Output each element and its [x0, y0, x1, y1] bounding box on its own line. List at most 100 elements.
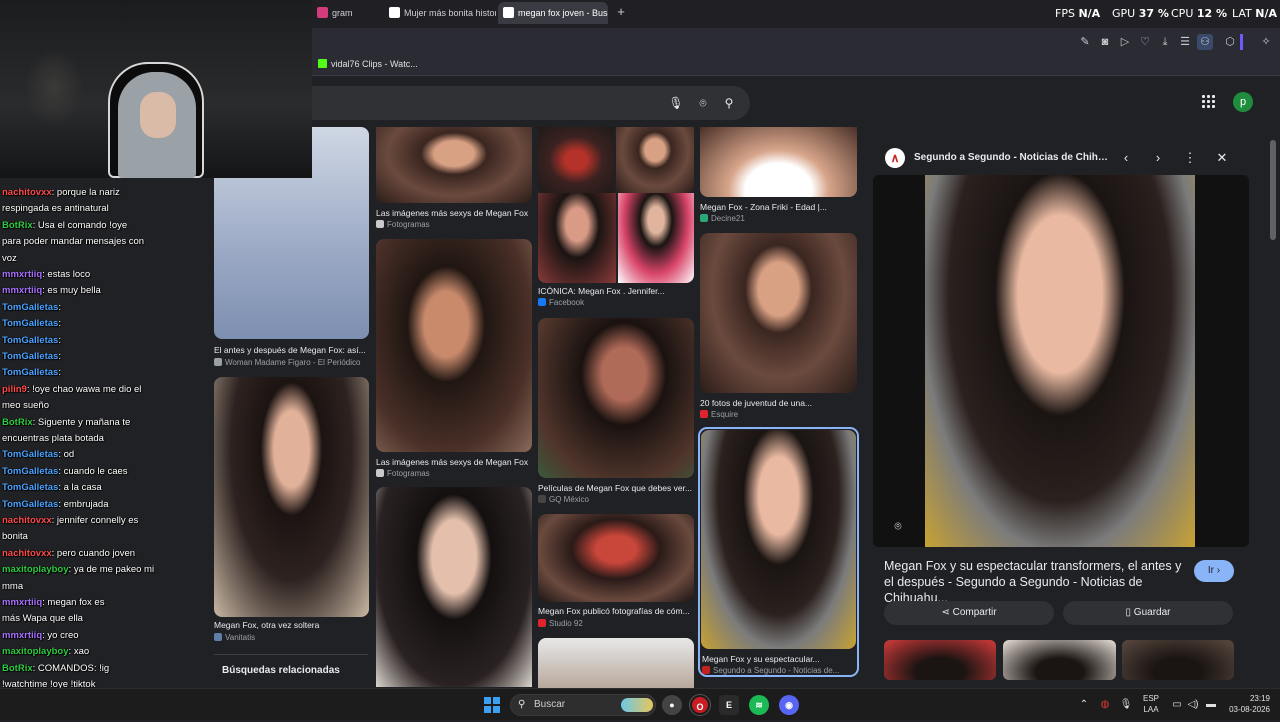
chat-username: TomGalletas: [2, 367, 59, 379]
chat-message: mmxrtiiq: estas loco: [2, 268, 90, 281]
account-icon[interactable]: ⚇: [1197, 34, 1213, 50]
result-thumbnail[interactable]: [376, 487, 532, 687]
bookmark-kick-clips[interactable]: vidal76 Clips - Watc...: [318, 59, 418, 69]
chat-username: TomGalletas: [2, 351, 59, 362]
result-thumbnail[interactable]: [376, 239, 532, 452]
related-image[interactable]: [884, 640, 996, 680]
lens-search-icon[interactable]: ⌾: [889, 517, 907, 535]
network-icon[interactable]: ▭: [1170, 698, 1184, 712]
system-clock[interactable]: 23:19 03-08-2026: [1222, 693, 1270, 715]
epic-games-icon[interactable]: E: [719, 695, 739, 715]
result-thumbnail[interactable]: [701, 430, 856, 649]
image-result[interactable]: Megan Fox - Zona Friki - Edad |... Decin…: [700, 127, 857, 225]
visit-button[interactable]: Ir ›: [1194, 560, 1234, 582]
result-thumbnail[interactable]: [618, 193, 694, 283]
result-caption[interactable]: Megan Fox y su espectacular...: [702, 654, 854, 664]
result-source: Esquire: [700, 410, 738, 419]
image-result[interactable]: Megan Fox publicó fotografías de cóm... …: [538, 514, 694, 632]
camera-icon[interactable]: ◙: [1097, 34, 1113, 50]
ai-icon[interactable]: ✧: [1256, 34, 1276, 50]
save-button[interactable]: ▯ Guardar: [1063, 601, 1233, 625]
cube-icon[interactable]: ⬡: [1222, 34, 1238, 50]
result-thumbnail[interactable]: [538, 318, 694, 478]
image-result[interactable]: Las imágenes más sexys de Megan Fox Foto…: [376, 239, 532, 479]
chat-message: TomGalletas: embrujada: [2, 498, 109, 511]
chat-message: mmxrtiiq: es muy bella: [2, 284, 101, 297]
related-image[interactable]: [1122, 640, 1234, 680]
previous-icon[interactable]: ‹: [1117, 149, 1135, 167]
chat-text: respingada es antinatural: [2, 203, 109, 215]
result-caption[interactable]: Megan Fox - Zona Friki - Edad |...: [700, 202, 857, 212]
result-source: Woman Madame Figaro - El Periódico: [214, 358, 360, 367]
volume-icon[interactable]: ◁): [1186, 698, 1200, 712]
discord-icon[interactable]: ◉: [779, 695, 799, 715]
image-result[interactable]: Megan Fox, otra vez soltera Vanitatis: [214, 377, 369, 645]
preview-image[interactable]: ⌾: [873, 175, 1249, 547]
play-icon[interactable]: ▷: [1117, 34, 1133, 50]
obs-icon[interactable]: ●: [662, 695, 682, 715]
result-caption[interactable]: Megan Fox publicó fotografías de cóm...: [538, 606, 694, 616]
result-thumbnail[interactable]: [376, 127, 532, 203]
search-input[interactable]: 🎙︎ ⌾ ⚲: [300, 86, 750, 120]
tab-label: megan fox joven - Buscar: [518, 8, 608, 18]
share-button[interactable]: ⋖ Compartir: [884, 601, 1054, 625]
result-thumbnail[interactable]: [616, 127, 694, 193]
result-caption[interactable]: El antes y después de Megan Fox: así...: [214, 345, 369, 355]
avatar[interactable]: p: [1233, 92, 1253, 112]
image-result[interactable]: Películas de Megan Fox que debes ver... …: [538, 318, 694, 506]
apps-grid-icon[interactable]: [1202, 95, 1216, 109]
result-thumbnail[interactable]: [538, 638, 694, 688]
panel-scrollbar[interactable]: [1270, 140, 1276, 240]
edit-icon[interactable]: ✎: [1077, 34, 1093, 50]
tab-megan-fox-search[interactable]: megan fox joven - Buscar: [498, 2, 608, 24]
chat-text: para poder mandar mensajes con: [2, 236, 145, 248]
result-caption[interactable]: 20 fotos de juventud de una...: [700, 398, 857, 408]
result-caption[interactable]: Megan Fox, otra vez soltera: [214, 620, 369, 630]
image-result[interactable]: Las imágenes más sexys de Megan Fox Foto…: [376, 127, 532, 231]
image-result[interactable]: [376, 487, 532, 687]
image-result-selected[interactable]: Megan Fox y su espectacular... Segundo a…: [698, 427, 859, 677]
show-hidden-icons-icon[interactable]: ⌃: [1077, 698, 1091, 712]
image-result[interactable]: [538, 638, 694, 688]
spotify-icon[interactable]: ≋: [749, 695, 769, 715]
chat-username: TomGalletas: [2, 465, 59, 477]
related-image[interactable]: [1003, 640, 1116, 680]
more-options-icon[interactable]: ⋮: [1181, 149, 1199, 167]
image-result[interactable]: 20 fotos de juventud de una... Esquire: [700, 233, 857, 421]
panel-site-title[interactable]: Segundo a Segundo - Noticias de Chihua..…: [914, 152, 1110, 163]
search-icon: ⚲: [518, 699, 526, 710]
chat-text: mma: [2, 580, 24, 592]
result-caption[interactable]: Las imágenes más sexys de Megan Fox: [376, 457, 532, 467]
language-indicator[interactable]: ESP LAA: [1143, 693, 1159, 715]
result-caption[interactable]: ICÓNICA: Megan Fox . Jennifer...: [538, 286, 694, 296]
heart-icon[interactable]: ♡: [1137, 34, 1153, 50]
chat-message: meo sueño: [2, 399, 49, 412]
lens-icon[interactable]: ⌾: [695, 95, 711, 111]
preview-description[interactable]: Megan Fox y su espectacular transformers…: [884, 558, 1184, 606]
download-icon[interactable]: ⤓: [1157, 34, 1173, 50]
result-thumbnail[interactable]: [538, 127, 614, 193]
tray-app-icon[interactable]: ◍: [1098, 698, 1112, 712]
result-source-label: Facebook: [549, 298, 585, 307]
search-icon[interactable]: ⚲: [721, 95, 737, 111]
microphone-icon[interactable]: 🎙︎: [1119, 698, 1133, 712]
result-caption[interactable]: Las imágenes más sexys de Megan Fox: [376, 208, 532, 218]
result-caption[interactable]: Películas de Megan Fox que debes ver...: [538, 483, 694, 493]
tab-mujer-bonita[interactable]: Mujer más bonita historia: [384, 2, 496, 24]
battery-icon[interactable]: ▬: [1204, 698, 1218, 712]
new-tab-button[interactable]: +: [614, 5, 628, 19]
windows-start-icon[interactable]: [484, 697, 500, 713]
result-thumbnail[interactable]: [214, 377, 369, 617]
result-thumbnail[interactable]: [700, 127, 857, 197]
result-thumbnail[interactable]: [700, 233, 857, 393]
result-thumbnail[interactable]: [538, 514, 694, 602]
image-result[interactable]: ICÓNICA: Megan Fox . Jennifer... Faceboo…: [538, 127, 694, 309]
close-icon[interactable]: ✕: [1213, 149, 1231, 167]
next-icon[interactable]: ›: [1149, 149, 1167, 167]
tab-instagram[interactable]: gram: [312, 2, 382, 24]
menu-list-icon[interactable]: ☰: [1177, 34, 1193, 50]
opera-gx-icon[interactable]: O: [690, 695, 710, 715]
taskbar-search[interactable]: ⚲ Buscar: [510, 694, 656, 716]
result-thumbnail[interactable]: [538, 193, 616, 283]
microphone-icon[interactable]: 🎙︎: [668, 95, 684, 111]
